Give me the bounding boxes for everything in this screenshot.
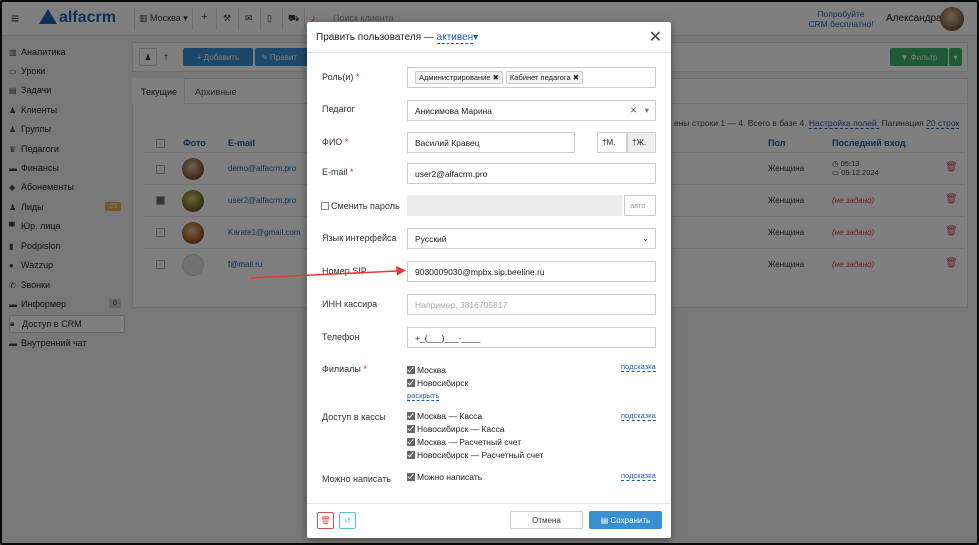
branches-hint-link[interactable]: подсказка [621,362,656,372]
fio-value: Василий Кравец [415,137,480,148]
branch-label: Москва [417,365,447,375]
teacher-select[interactable]: Анисимова Марина ✕ ▾ [407,100,656,121]
clear-icon[interactable]: ✕ [630,105,637,116]
branch-label: Новосибирск [417,378,469,388]
modal-title: Править пользователя — активен▾ [316,32,479,44]
modal-footer-divider [307,503,671,504]
close-icon[interactable]: ✕ [649,27,662,47]
checkbox-checked-icon[interactable] [407,438,415,446]
branches-label: Филиалы * [322,364,367,374]
gender-female-button[interactable]: † Ж. [627,132,656,153]
role-tag: Кабинет педагога ✖ [505,71,584,84]
teacher-label: Педагог [322,104,355,114]
password-input [407,195,622,216]
language-select[interactable]: Русский ⌄ [407,228,656,249]
gender-male-label: М. [606,138,616,147]
sip-input[interactable]: 9030009030@mpbx.sip.beeline.ru [407,261,656,282]
chevron-down-icon: ▾ [473,32,479,43]
email-label-text: E-mail [322,167,348,177]
change-password-label: Сменить пароль [331,201,400,211]
expand-branches-link[interactable]: раскрыть [407,391,440,401]
fio-input[interactable]: Василий Кравец [407,132,575,153]
cash-item-label: Новосибирск — Касса [417,424,505,434]
checkbox-checked-icon[interactable] [407,366,415,374]
required-marker: * [363,364,367,374]
inn-input[interactable]: Например, 3816705817 [407,294,656,315]
required-marker: * [344,137,349,147]
branch-checkbox[interactable]: Москва [407,365,446,375]
save-button[interactable]: ▤ Сохранить [589,511,662,529]
chevron-down-icon[interactable]: ▾ [645,105,649,116]
fio-label: ФИО * [322,137,348,147]
cash-checkbox[interactable]: Москва — Касса [407,411,482,421]
modal-header-divider [307,52,671,53]
cash-hint-link[interactable]: подсказка [621,411,656,421]
inn-placeholder: Например, 3816705817 [415,299,508,310]
fio-label-text: ФИО [322,137,343,147]
checkbox-checked-icon[interactable] [407,451,415,459]
can-write-value: Можно написать [417,472,483,482]
status-dropdown[interactable]: активен [436,32,474,44]
checkbox-box[interactable] [321,202,329,210]
remove-icon[interactable]: ✖ [573,73,579,82]
cash-checkbox[interactable]: Москва — Расчетный счет [407,437,521,447]
branch-checkbox[interactable]: Новосибирск [407,378,468,388]
phone-input[interactable]: +_(___)___-____ [407,327,656,348]
checkbox-checked-icon[interactable] [407,473,415,481]
required-marker: * [350,167,354,177]
phone-value: +_(___)___-____ [415,332,481,343]
gender-male-button[interactable]: † М. [597,132,627,153]
cash-checkbox[interactable]: Новосибирск — Расчетный счет [407,450,543,460]
gender-female-label: Ж. [636,138,647,147]
save-button-label: Сохранить [610,515,651,525]
checkbox-checked-icon[interactable] [407,425,415,433]
undo-icon: ↺ [344,516,351,525]
email-value: user2@alfacrm.pro [415,168,488,179]
can-write-hint-link[interactable]: подсказка [621,471,656,481]
email-label: E-mail * [322,167,354,177]
chevron-down-icon[interactable]: ⌄ [642,233,649,244]
modal-title-text: Править пользователя [316,32,422,43]
change-password-checkbox[interactable]: Сменить пароль [321,201,400,211]
teacher-value: Анисимова Марина [415,105,492,116]
can-write-checkbox[interactable]: Можно написать [407,472,482,482]
checkbox-checked-icon[interactable] [407,412,415,420]
branches-label-text: Филиалы [322,364,361,374]
roles-label: Роль(и) * [322,72,359,82]
cancel-button[interactable]: Отмена [510,511,583,529]
modal-title-dash: — [423,32,434,43]
cash-item-label: Новосибирск — Расчетный счет [417,450,544,460]
language-value: Русский [415,233,447,244]
required-marker: * [355,72,360,82]
annotation-arrow-icon [249,266,406,279]
inn-label: ИНН кассира [322,299,378,309]
can-write-label: Можно написать [322,474,391,484]
reset-button[interactable]: ↺ [339,512,356,529]
email-field[interactable]: user2@alfacrm.pro [407,163,656,184]
remove-icon[interactable]: ✖ [493,73,499,82]
sip-value: 9030009030@mpbx.sip.beeline.ru [415,266,545,277]
roles-select[interactable]: Администрирование ✖ Кабинет педагога ✖ [407,67,656,88]
cash-checkbox[interactable]: Новосибирск — Касса [407,424,504,434]
language-label: Язык интерфейса [322,233,397,243]
trash-icon: 🗑︎ [320,516,331,525]
cash-label: Доступ в кассы [322,412,386,422]
save-icon: ▤ [600,515,609,525]
auto-password-button: авто [624,195,656,216]
checkbox-checked-icon[interactable] [407,379,415,387]
roles-label-text: Роль(и) [322,72,354,82]
role-tag: Администрирование ✖ [415,71,503,84]
cash-item-label: Москва — Расчетный счет [417,437,522,447]
delete-button[interactable]: 🗑︎ [317,512,334,529]
phone-label: Телефон [322,332,360,342]
cash-item-label: Москва — Касса [417,411,483,421]
role-tag-label: Администрирование [419,73,491,82]
role-tag-label: Кабинет педагога [509,73,571,82]
